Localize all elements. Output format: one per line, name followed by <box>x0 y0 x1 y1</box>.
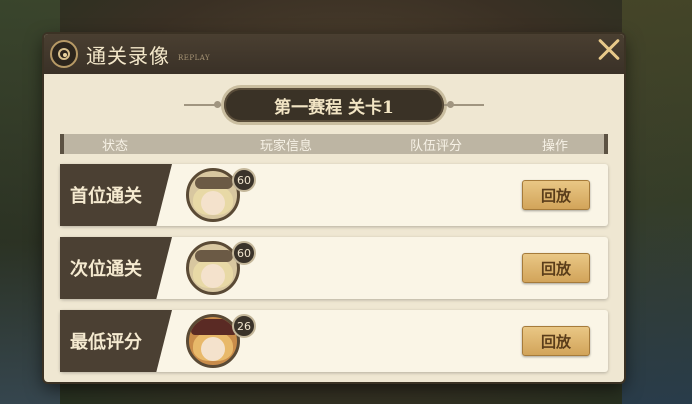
dialog-header: 通关录像 REPLAY <box>44 34 624 74</box>
table-row: 最低评分 26 回放 <box>60 310 608 372</box>
row-status-label: 首位通关 <box>60 164 172 226</box>
column-status: 状态 <box>102 139 129 154</box>
dialog-subtitle: REPLAY <box>178 54 211 62</box>
avatar-face <box>201 264 225 288</box>
avatar-face <box>201 191 225 215</box>
column-header: 状态 玩家信息 队伍评分 操作 <box>60 134 608 154</box>
replay-button[interactable]: 回放 <box>522 253 590 283</box>
table-row: 次位通关 60 回放 <box>60 237 608 299</box>
column-action: 操作 <box>542 139 569 154</box>
replay-emblem-icon <box>50 40 78 68</box>
replay-button[interactable]: 回放 <box>522 180 590 210</box>
avatar-face <box>201 337 225 361</box>
row-status-label: 次位通关 <box>60 237 172 299</box>
player-level-badge: 60 <box>232 168 256 192</box>
goggles-icon <box>195 177 233 189</box>
column-player: 玩家信息 <box>260 139 313 154</box>
background-right <box>622 0 692 404</box>
stage-banner: 第一赛程 关卡1 <box>184 88 484 122</box>
row-status-label: 最低评分 <box>60 310 172 372</box>
dialog-title: 通关录像 <box>86 44 170 68</box>
stage-divider-right <box>444 104 484 106</box>
stage-title: 第一赛程 关卡1 <box>224 88 444 122</box>
replay-button[interactable]: 回放 <box>522 326 590 356</box>
stage-dot-left <box>214 101 221 108</box>
hat-icon <box>191 319 237 335</box>
replay-dialog: 通关录像 REPLAY 第一赛程 关卡1 状态 玩家信息 队伍评分 操作 首位通… <box>44 34 624 382</box>
player-level-badge: 26 <box>232 314 256 338</box>
column-team-score: 队伍评分 <box>410 139 463 154</box>
close-icon[interactable] <box>592 32 626 66</box>
goggles-icon <box>195 250 233 262</box>
table-row: 首位通关 60 回放 <box>60 164 608 226</box>
player-level-badge: 60 <box>232 241 256 265</box>
